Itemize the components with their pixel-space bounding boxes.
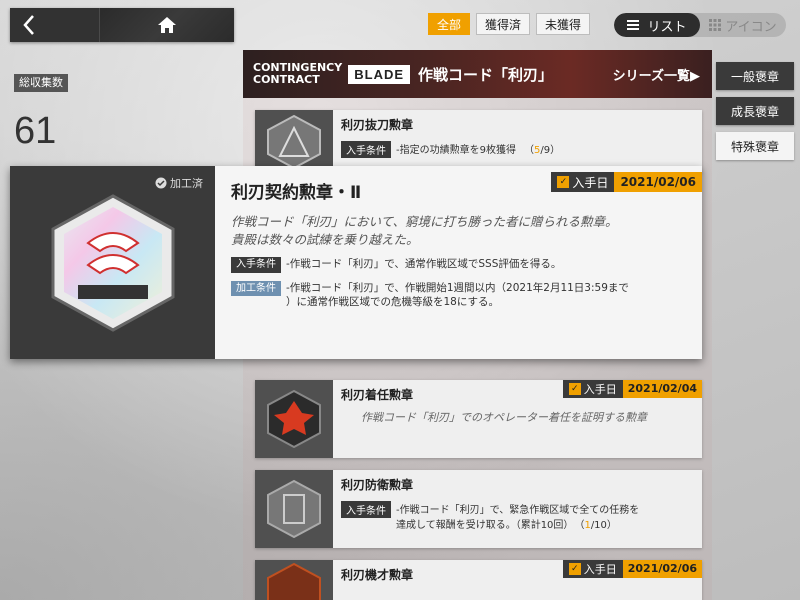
- check-icon: ✓: [568, 563, 581, 575]
- detail-medal-area: 加工済: [10, 166, 215, 359]
- processing-text-line2: ）に通常作戦区域での危機等級を18にする。: [286, 296, 499, 308]
- list-view-label: リスト: [647, 19, 687, 35]
- progress-total: /10）: [590, 520, 617, 531]
- check-circle-icon: [155, 177, 167, 189]
- condition-badge: 入手条件: [341, 501, 391, 518]
- back-button[interactable]: [10, 8, 100, 42]
- series-list-link[interactable]: シリーズ一覧▶: [613, 65, 700, 84]
- description-line1: 作戦コード「利刃」において、窮境に打ち勝った者に贈られる勲章。: [231, 214, 618, 229]
- date-label: ✓ 入手日: [551, 172, 615, 192]
- processing-text-line1: -作戦コード「利刃」で、作戦開始1週間以内（2021年2月11日3:59まで: [286, 282, 629, 294]
- obtained-date: ✓ 入手日 2021/02/06: [562, 560, 702, 578]
- condition-text: -作戦コード「利刃」で、緊急作戦区域で全ての任務を 達成して報酬を受け取る。（累…: [396, 501, 639, 531]
- detail-info: 利刃契約勲章・Ⅱ ✓ 入手日 2021/02/06 作戦コード「利刃」において、…: [215, 166, 702, 359]
- medal-quote: 作戦コード「利刃」でのオペレーター着任を証明する勲章: [361, 411, 647, 424]
- date-label-text: 入手日: [572, 175, 609, 190]
- check-icon: ✓: [557, 176, 570, 188]
- home-button[interactable]: [100, 8, 234, 42]
- processing-text: -作戦コード「利刃」で、作戦開始1週間以内（2021年2月11日3:59まで ）…: [286, 281, 629, 309]
- condition-text-line2-text: 達成して報酬を受け取る。（累計10回）: [396, 520, 574, 531]
- medal-name: 利刃防衛勲章: [341, 478, 414, 492]
- total-collection-count: 61: [14, 110, 57, 152]
- medal-name: 利刃抜刀勲章: [341, 118, 414, 132]
- date-label: ✓ 入手日: [562, 380, 623, 398]
- icon-view-label: アイコン: [725, 19, 777, 35]
- detail-obtained-date: ✓ 入手日 2021/02/06: [551, 172, 702, 192]
- date-value: 2021/02/06: [622, 560, 702, 578]
- medal-thumbnail: [255, 560, 333, 600]
- condition-text-line1: -作戦コード「利刃」で、緊急作戦区域で全ての任務を: [396, 505, 640, 516]
- grid-icon: [709, 19, 722, 31]
- category-tabs: 一般褒章 成長褒章 特殊褒章: [716, 62, 794, 167]
- home-icon: [158, 17, 176, 33]
- description-line2: 貴殿は数々の試練を乗り越えた。: [231, 232, 419, 247]
- obtained-date: ✓ 入手日 2021/02/04: [562, 380, 702, 398]
- banner-operation-code: 作戦コード「利刃」: [418, 65, 554, 84]
- filter-group: 全部 獲得済 未獲得: [428, 13, 591, 35]
- medal-icon: [267, 389, 321, 449]
- filter-obtained-button[interactable]: 獲得済: [476, 13, 531, 35]
- series-banner[interactable]: CONTINGENCY CONTRACT BLADE 作戦コード「利刃」 シリー…: [243, 50, 712, 98]
- tab-special[interactable]: 特殊褒章: [716, 132, 794, 160]
- date-label-text: 入手日: [583, 563, 617, 576]
- list-icon: [627, 20, 640, 30]
- date-value: 2021/02/04: [622, 380, 702, 398]
- list-item-body: 利刃抜刀勲章 入手条件 -指定の功績勲章を9枚獲得 （5/9）: [333, 110, 702, 174]
- filter-unobtained-button[interactable]: 未獲得: [536, 13, 591, 35]
- condition-text-line2: 達成して報酬を受け取る。（累計10回） （1/10）: [396, 516, 639, 531]
- condition-text: -作戦コード「利刃」で、通常作戦区域でSSS評価を得る。: [286, 258, 562, 270]
- condition-badge: 入手条件: [231, 257, 281, 273]
- processed-indicator: 加工済: [155, 175, 203, 191]
- tab-general[interactable]: 一般褒章: [716, 62, 794, 90]
- tab-growth[interactable]: 成長褒章: [716, 97, 794, 125]
- progress-total: /9）: [540, 145, 561, 156]
- list-item[interactable]: 利刃防衛勲章 入手条件 -作戦コード「利刃」で、緊急作戦区域で全ての任務を 達成…: [255, 470, 702, 548]
- banner-contract-logo: CONTINGENCY CONTRACT: [253, 62, 342, 86]
- list-item[interactable]: 利刃抜刀勲章 入手条件 -指定の功績勲章を9枚獲得 （5/9）: [255, 110, 702, 174]
- icon-view-button[interactable]: アイコン: [700, 13, 786, 37]
- list-item-body: 利刃防衛勲章 入手条件 -作戦コード「利刃」で、緊急作戦区域で全ての任務を 達成…: [333, 470, 702, 548]
- total-collection-label: 総収集数: [14, 74, 68, 92]
- condition-text: -指定の功績勲章を9枚獲得: [396, 145, 516, 156]
- list-item-body: 利刃機才勲章 ✓ 入手日 2021/02/06: [333, 560, 702, 600]
- list-item[interactable]: 利刃機才勲章 ✓ 入手日 2021/02/06: [255, 560, 702, 600]
- list-item-body: 利刃着任勲章 ✓ 入手日 2021/02/04 作戦コード「利刃」でのオペレータ…: [333, 380, 702, 458]
- medal-icon: [267, 479, 321, 539]
- medal-detail-panel: 加工済 利刃契約勲章・Ⅱ ✓ 入手日 2021/02/06 作戦コード「利刃」に…: [10, 166, 702, 359]
- list-view-button[interactable]: リスト: [614, 13, 700, 37]
- banner-blade-logo: BLADE: [348, 64, 411, 84]
- list-item[interactable]: 利刃着任勲章 ✓ 入手日 2021/02/04 作戦コード「利刃」でのオペレータ…: [255, 380, 702, 458]
- medal-icon: [267, 114, 321, 170]
- top-nav: [10, 8, 234, 42]
- medal-condition: 入手条件 -作戦コード「利刃」で、緊急作戦区域で全ての任務を 達成して報酬を受け…: [341, 501, 694, 531]
- check-icon: ✓: [568, 383, 581, 395]
- medal-thumbnail: [255, 110, 333, 174]
- medal-thumbnail: [255, 380, 333, 458]
- detail-processing-condition: 加工条件 -作戦コード「利刃」で、作戦開始1週間以内（2021年2月11日3:5…: [231, 281, 686, 309]
- condition-badge: 入手条件: [341, 141, 391, 158]
- progress: （1/10）: [579, 520, 616, 531]
- progress-open: （: [523, 145, 534, 156]
- date-label: ✓ 入手日: [562, 560, 623, 578]
- processed-label: 加工済: [170, 177, 203, 190]
- progress: （5/9）: [524, 141, 560, 156]
- detail-description: 作戦コード「利刃」において、窮境に打ち勝った者に贈られる勲章。 貴殿は数々の試練…: [231, 213, 686, 249]
- filter-all-button[interactable]: 全部: [428, 13, 471, 35]
- banner-contract-line2: CONTRACT: [253, 73, 320, 86]
- detail-condition: 入手条件 -作戦コード「利刃」で、通常作戦区域でSSS評価を得る。: [231, 257, 686, 273]
- medal-condition: 入手条件 -指定の功績勲章を9枚獲得 （5/9）: [341, 141, 694, 158]
- view-toggle: リスト アイコン: [614, 13, 786, 37]
- medal-icon: [267, 562, 321, 600]
- processing-badge: 加工条件: [231, 281, 281, 296]
- date-label-text: 入手日: [583, 383, 617, 396]
- blade-medal-icon: [51, 193, 174, 332]
- date-value: 2021/02/06: [614, 172, 702, 192]
- medal-thumbnail: [255, 470, 333, 548]
- chevron-left-icon: [23, 15, 34, 35]
